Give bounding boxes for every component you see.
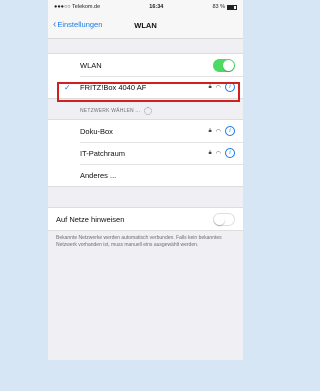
ask-row: Auf Netze hinweisen [48, 208, 243, 230]
network-row[interactable]: Doku-Box 🔒︎ ◠ i [48, 120, 243, 142]
other-network-row[interactable]: Anderes ... [48, 164, 243, 186]
ask-toggle[interactable] [213, 212, 235, 226]
navigation-bar: ‹ Einstellungen WLAN [48, 14, 243, 39]
section-header-label: NETZWERK WÄHLEN ... [80, 108, 141, 114]
highlight-box [57, 82, 240, 102]
info-icon[interactable]: i [225, 148, 235, 158]
ask-group: Auf Netze hinweisen [48, 207, 243, 231]
spinner-icon [144, 107, 153, 115]
network-name: IT-Patchraum [80, 148, 126, 158]
ask-label: Auf Netze hinweisen [56, 214, 125, 224]
networks-group: Doku-Box 🔒︎ ◠ i IT-Patchraum 🔒︎ ◠ i Ande… [48, 119, 243, 187]
battery-indicator: 83 % [212, 4, 237, 10]
wlan-row: WLAN [48, 54, 243, 76]
ask-footer: Bekannte Netzwerke werden automatisch ve… [56, 235, 222, 248]
wlan-toggle[interactable] [213, 58, 235, 72]
wifi-icon: ◠ [215, 150, 221, 157]
battery-label: 83 % [212, 4, 225, 10]
lock-icon: 🔒︎ [208, 149, 212, 156]
battery-icon [226, 4, 237, 10]
other-network-label: Anderes ... [80, 170, 117, 180]
carrier-label: ●●●○○ Telekom.de [54, 4, 101, 10]
info-icon[interactable]: i [225, 126, 235, 136]
time-label: 16:34 [149, 4, 164, 10]
phone-screen: ●●●○○ Telekom.de 16:34 83 % ‹ Einstellun… [48, 0, 243, 360]
network-row[interactable]: IT-Patchraum 🔒︎ ◠ i [48, 142, 243, 164]
section-header: NETZWERK WÄHLEN ... [48, 99, 243, 119]
wlan-label: WLAN [80, 60, 102, 70]
network-name: Doku-Box [80, 126, 113, 136]
lock-icon: 🔒︎ [208, 127, 212, 134]
status-bar: ●●●○○ Telekom.de 16:34 83 % [48, 0, 243, 14]
wifi-icon: ◠ [215, 128, 221, 135]
page-title: WLAN [134, 21, 157, 30]
